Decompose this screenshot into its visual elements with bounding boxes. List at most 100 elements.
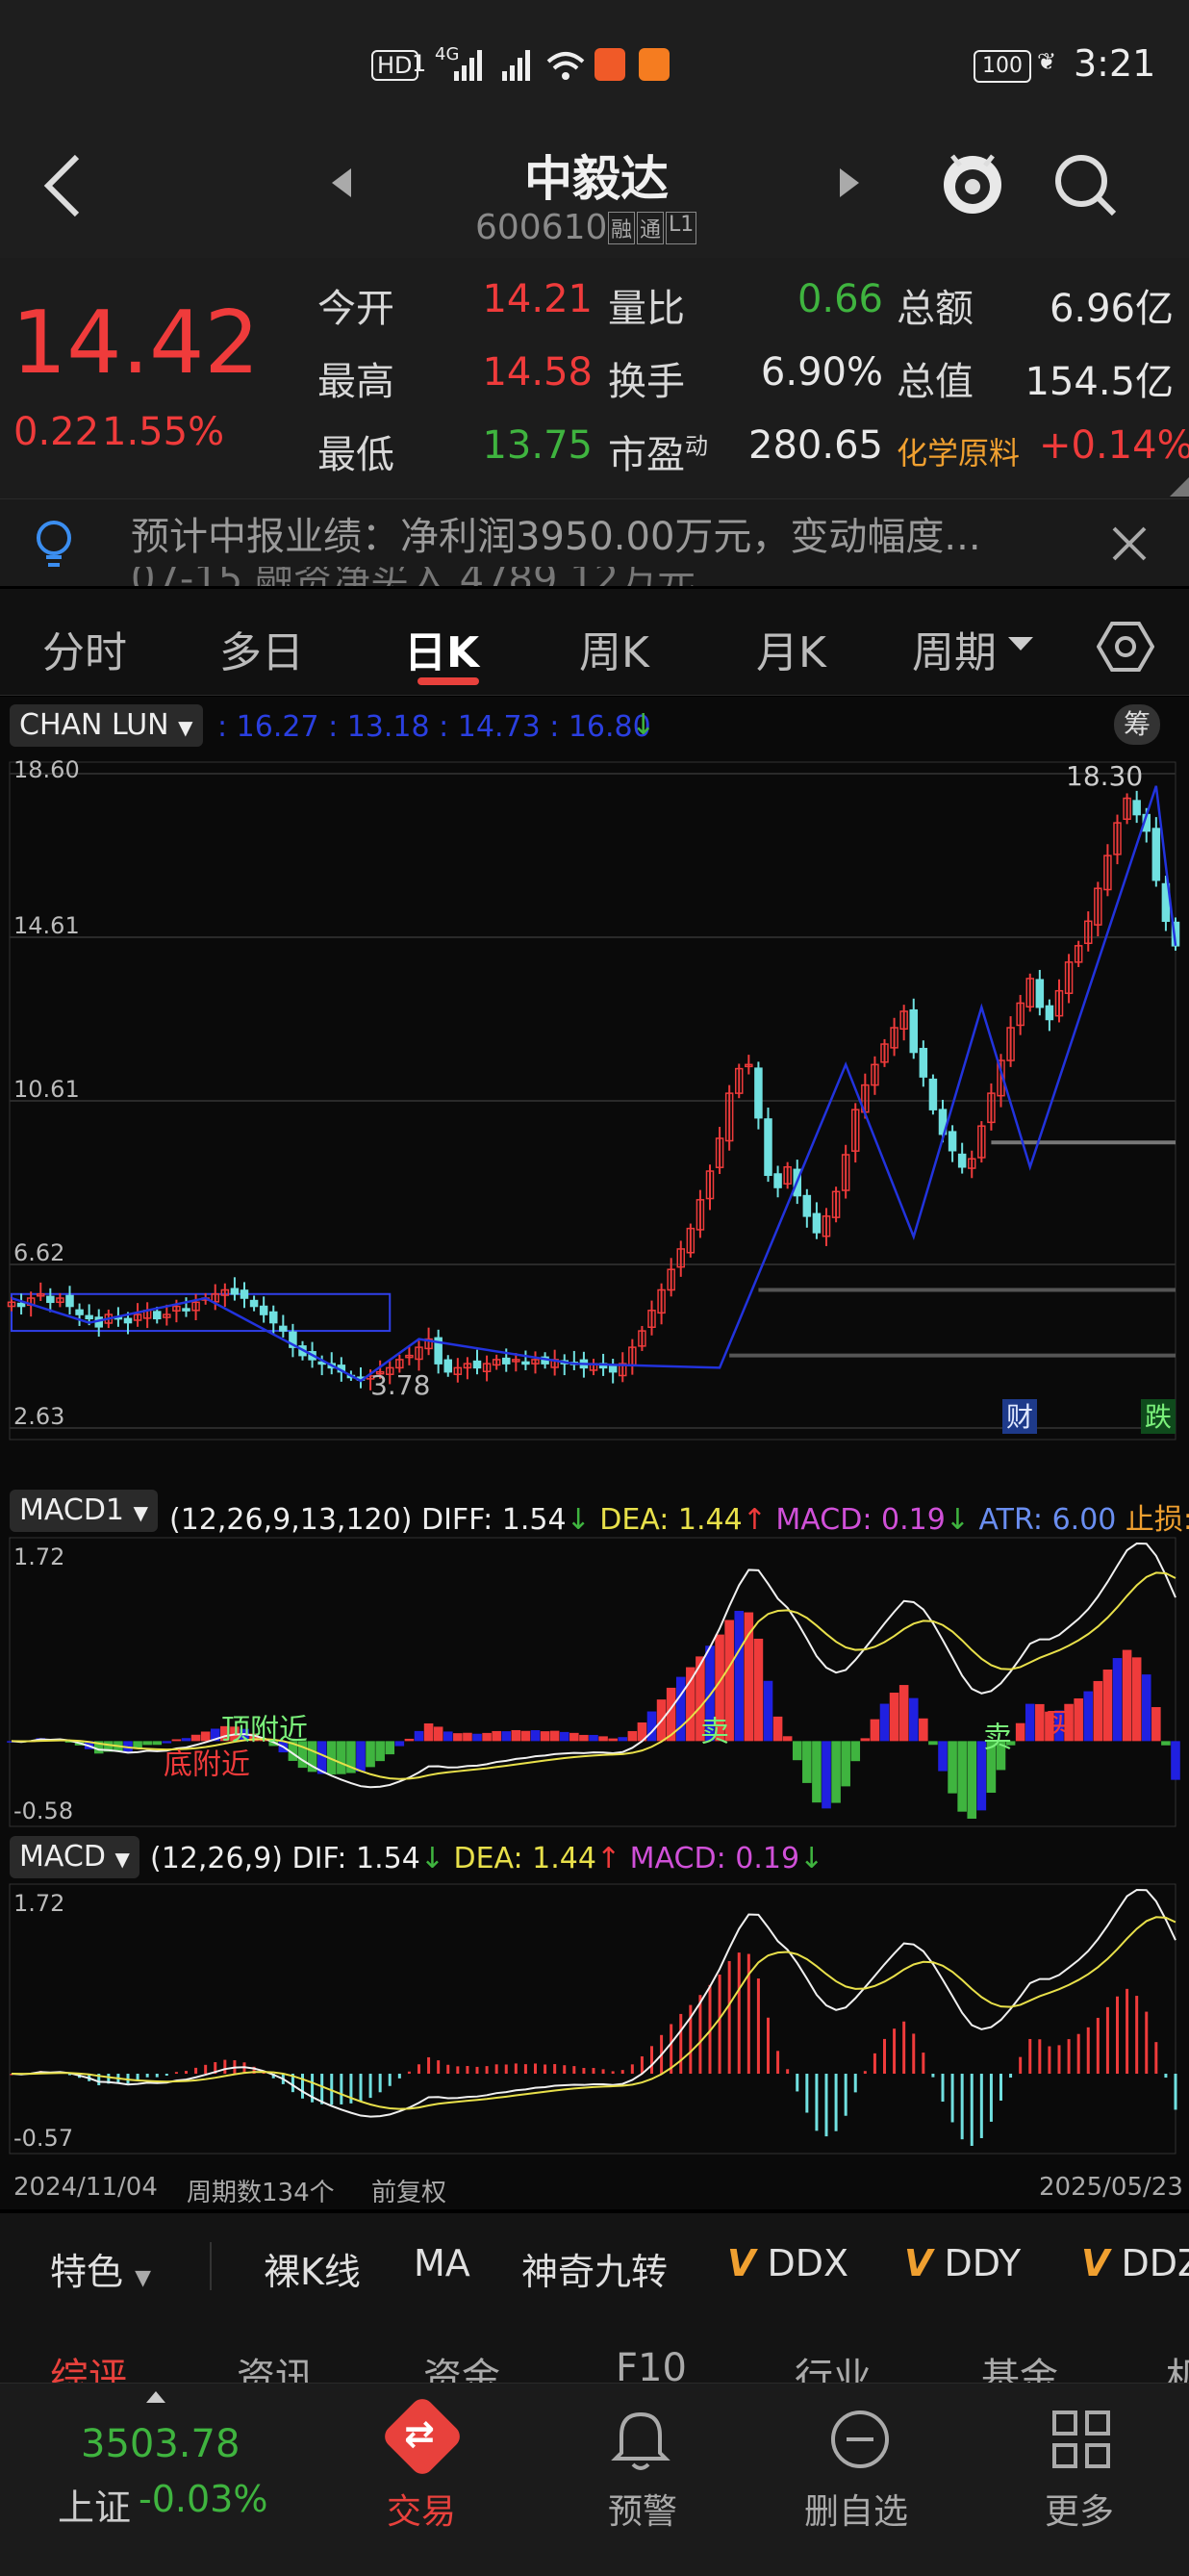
- back-icon[interactable]: [38, 152, 87, 219]
- indicator-ddx[interactable]: V DDX: [727, 2242, 848, 2284]
- feature-dropdown[interactable]: 特色 ▼: [50, 2242, 151, 2295]
- index-pct[interactable]: -0.03%: [139, 2478, 267, 2520]
- tab-multiday[interactable]: 多日: [219, 618, 304, 679]
- macd-histogram-bar: [756, 1978, 760, 2075]
- macd-histogram-bar: [162, 1741, 172, 1744]
- macd-histogram-bar: [520, 1730, 531, 1742]
- tag-down: 跌: [1145, 1401, 1172, 1433]
- macd-histogram-bar: [620, 2070, 624, 2075]
- macd-histogram-bar: [598, 1736, 608, 1742]
- macd1-chart[interactable]: 1.72-0.58顶附近底附近卖卖买: [0, 1534, 1189, 1842]
- tab-daily-k[interactable]: 日K: [404, 618, 479, 679]
- macd-histogram-bar: [931, 2074, 935, 2078]
- axis-start-date: 2024/11/04: [13, 2173, 158, 2202]
- candle-body: [123, 1317, 133, 1324]
- indicator-bare-k[interactable]: 裸K线: [264, 2242, 361, 2295]
- settings-hexagon-icon[interactable]: [1097, 618, 1154, 676]
- indicator-ma[interactable]: MA: [414, 2242, 470, 2284]
- macd-histogram-bar: [174, 2072, 178, 2075]
- subtab-f10[interactable]: F10: [616, 2346, 687, 2386]
- macd-histogram-bar: [1025, 1703, 1035, 1742]
- macd-signal-label: 卖: [700, 1715, 729, 1748]
- macd-histogram-bar: [514, 2063, 518, 2075]
- macd-histogram-bar: [549, 1730, 560, 1742]
- stock-header: 中毅达 600610 融 通 L1: [0, 135, 1189, 258]
- leaf-icon: ❦: [1037, 48, 1057, 75]
- index-name[interactable]: 上证: [58, 2478, 131, 2531]
- market-cap-label: 总值: [897, 360, 974, 404]
- subtab-industry[interactable]: 行业: [795, 2346, 872, 2386]
- macd-histogram-bar: [646, 1711, 657, 1742]
- macd-histogram-bar: [152, 1741, 163, 1746]
- macd-histogram-bar: [559, 1731, 569, 1742]
- tab-period[interactable]: 周期: [912, 618, 997, 679]
- indicator-ddz[interactable]: V DDZ: [1081, 2242, 1189, 2284]
- search-icon[interactable]: [1052, 152, 1120, 219]
- chip-distribution-button[interactable]: 筹: [1114, 704, 1160, 745]
- bell-icon[interactable]: [610, 2407, 671, 2474]
- nav-alert[interactable]: 预警: [608, 2484, 677, 2534]
- macd-histogram-bar: [686, 1667, 696, 1742]
- up-arrow-icon: ↑: [595, 1842, 621, 1875]
- remove-watchlist-icon[interactable]: [827, 2407, 893, 2472]
- notice-line-1: 预计中报业绩：净利润3950.00万元，变动幅度...: [131, 515, 981, 559]
- macd-histogram-bar: [834, 2074, 838, 2131]
- y-tick-label: 6.62: [13, 1239, 64, 1266]
- app-notification-icon-2: [639, 48, 670, 81]
- macd-histogram-bar: [1015, 1722, 1025, 1742]
- assistant-mascot-icon[interactable]: [939, 144, 1006, 221]
- macd-histogram-bar: [1141, 1674, 1151, 1742]
- macd-histogram-bar: [443, 1731, 453, 1742]
- next-stock-icon[interactable]: [835, 164, 864, 202]
- nav-remove-watchlist[interactable]: 删自选: [804, 2484, 908, 2534]
- prev-stock-icon[interactable]: [327, 164, 356, 202]
- indicator-ddy[interactable]: V DDY: [904, 2242, 1021, 2284]
- macd-histogram-bar: [472, 1733, 482, 1742]
- tab-weekly-k[interactable]: 周K: [579, 618, 649, 679]
- indicator-selector[interactable]: CHAN LUN ▼: [10, 704, 203, 747]
- subtab-overview[interactable]: 综评: [50, 2346, 127, 2386]
- macd2-chart[interactable]: 1.72 -0.57: [0, 1880, 1189, 2169]
- macd1-selector[interactable]: MACD1 ▼: [10, 1490, 158, 1532]
- sim-badge: 1: [412, 50, 427, 77]
- expand-up-icon[interactable]: [144, 2389, 167, 2405]
- sector-change[interactable]: +0.14%: [1039, 423, 1189, 468]
- kline-chart[interactable]: 18.60 14.61 10.61 6.62 2.63 18.30 3.78 财 跌: [0, 754, 1189, 1486]
- subtab-news[interactable]: 资讯: [237, 2346, 314, 2386]
- tab-intraday[interactable]: 分时: [42, 618, 127, 679]
- down-arrow-icon: ↓: [799, 1842, 824, 1875]
- macd-histogram-bar: [142, 1741, 152, 1746]
- macd-histogram-bar: [1161, 1741, 1171, 1746]
- notice-bar[interactable]: 预计中报业绩：净利润3950.00万元，变动幅度... 07-15 融资净买入 …: [0, 498, 1189, 586]
- candle-body: [182, 1308, 190, 1312]
- macd-histogram-bar: [831, 1741, 841, 1803]
- sector-name[interactable]: 化学原料: [897, 429, 1020, 473]
- indicator-td9[interactable]: 神奇九转: [521, 2242, 668, 2295]
- nav-more[interactable]: 更多: [1045, 2484, 1114, 2534]
- candle-body: [249, 1299, 259, 1308]
- period-dropdown-icon[interactable]: [1006, 635, 1035, 654]
- tab-active-indicator: [417, 677, 479, 685]
- macd-histogram-bar: [792, 1741, 802, 1761]
- macd-histogram-bar: [1067, 2039, 1071, 2075]
- subtab-more[interactable]: 机: [1166, 2346, 1189, 2386]
- macd-histogram-bar: [423, 1723, 434, 1742]
- battery-icon: 100: [974, 50, 1031, 83]
- macd-histogram-bar: [618, 1737, 628, 1742]
- nav-trade[interactable]: 交易: [387, 2484, 456, 2534]
- chart-area[interactable]: CHAN LUN ▼ : 16.27 : 13.18 : 14.73 : 16.…: [0, 697, 1189, 2209]
- subtab-funds[interactable]: 资金: [423, 2346, 500, 2386]
- signal-wifi-icon: [454, 50, 585, 81]
- tab-monthly-k[interactable]: 月K: [756, 618, 826, 679]
- app-notification-icon: [594, 48, 625, 81]
- macd-histogram-bar: [482, 1732, 492, 1742]
- subtab-fund[interactable]: 基金: [981, 2346, 1058, 2386]
- macd2-selector[interactable]: MACD ▼: [10, 1836, 139, 1878]
- macd-histogram-bar: [889, 1693, 899, 1742]
- more-grid-icon[interactable]: [1049, 2407, 1114, 2472]
- macd-histogram-bar: [805, 2074, 809, 2113]
- pe-label: 市盈动: [608, 423, 708, 479]
- index-value[interactable]: 3503.78: [81, 2422, 240, 2466]
- pe-label-sup: 动: [685, 432, 708, 460]
- close-icon[interactable]: [1110, 524, 1149, 563]
